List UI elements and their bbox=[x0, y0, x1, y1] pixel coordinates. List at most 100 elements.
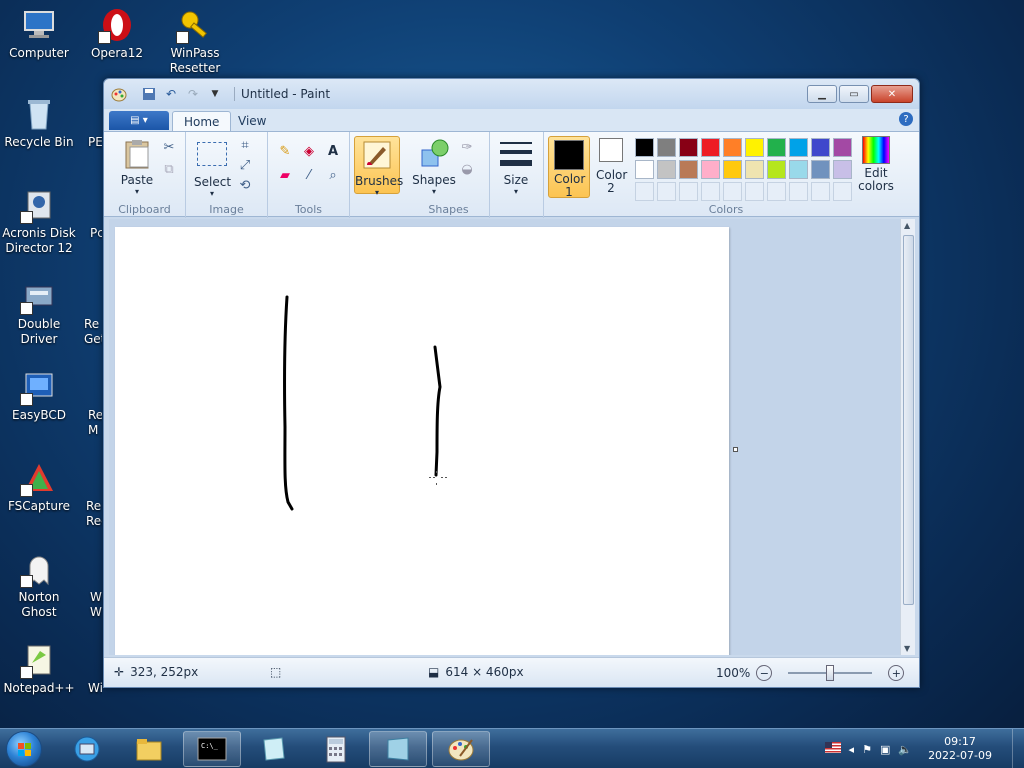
start-button[interactable] bbox=[6, 731, 42, 767]
save-icon[interactable] bbox=[140, 85, 158, 103]
minimize-button[interactable]: ▁ bbox=[807, 85, 837, 103]
rotate-icon[interactable]: ⟲ bbox=[236, 176, 254, 194]
palette-swatch[interactable] bbox=[811, 160, 830, 179]
palette-swatch[interactable] bbox=[767, 160, 786, 179]
eraser-icon[interactable]: ▰ bbox=[276, 166, 294, 184]
desktop-icon-computer[interactable]: Computer bbox=[0, 8, 78, 61]
desktop-icon-notepadpp[interactable]: Notepad++ bbox=[0, 643, 78, 696]
palette-custom-slot[interactable] bbox=[789, 182, 808, 201]
paint-app-icon[interactable] bbox=[110, 85, 128, 103]
desktop-icon-partial[interactable]: Re M bbox=[78, 370, 102, 438]
desktop-icon-double-driver[interactable]: Double Driver bbox=[0, 279, 78, 347]
palette-custom-slot[interactable] bbox=[679, 182, 698, 201]
zoom-slider[interactable] bbox=[788, 665, 873, 681]
palette-swatch[interactable] bbox=[723, 160, 742, 179]
network-icon[interactable]: ▣ bbox=[880, 743, 890, 756]
zoom-out-button[interactable]: − bbox=[756, 665, 773, 681]
desktop-icon-partial[interactable]: PE bbox=[78, 97, 102, 150]
text-icon[interactable]: A bbox=[324, 142, 342, 160]
language-flag-icon[interactable] bbox=[824, 742, 841, 756]
desktop-icon-partial[interactable]: W W bbox=[78, 552, 102, 620]
magnifier-icon[interactable]: ⌕ bbox=[324, 166, 342, 184]
paste-button[interactable]: Paste ▾ bbox=[114, 138, 160, 196]
palette-custom-slot[interactable] bbox=[833, 182, 852, 201]
canvas-resize-handle[interactable] bbox=[733, 447, 738, 452]
palette-swatch[interactable] bbox=[657, 160, 676, 179]
outline-icon[interactable]: ✑ bbox=[458, 138, 476, 156]
brushes-button[interactable]: Brushes ▾ bbox=[354, 136, 403, 197]
palette-swatch[interactable] bbox=[679, 138, 698, 157]
vertical-scrollbar[interactable]: ▲ ▼ bbox=[900, 219, 915, 655]
close-button[interactable]: ✕ bbox=[871, 85, 913, 103]
fill-icon[interactable]: ◈ bbox=[300, 142, 318, 160]
palette-custom-slot[interactable] bbox=[767, 182, 786, 201]
title-bar[interactable]: ↶ ↷ ▼ Untitled - Paint ▁ ▭ ✕ bbox=[104, 79, 919, 109]
drawing-canvas[interactable] bbox=[115, 227, 729, 655]
palette-swatch[interactable] bbox=[723, 138, 742, 157]
resize-icon[interactable]: ⤢ bbox=[236, 156, 254, 174]
shape-fill-icon[interactable]: ◒ bbox=[458, 160, 476, 178]
tab-view[interactable]: View bbox=[227, 111, 277, 131]
desktop-icon-easybcd[interactable]: EasyBCD bbox=[0, 370, 78, 423]
palette-custom-slot[interactable] bbox=[657, 182, 676, 201]
taskbar-app-button[interactable] bbox=[244, 731, 302, 767]
taskbar-paint-button[interactable] bbox=[432, 731, 490, 767]
palette-swatch[interactable] bbox=[635, 160, 654, 179]
desktop-icon-winpass[interactable]: WinPass Resetter bbox=[156, 8, 234, 76]
palette-swatch[interactable] bbox=[679, 160, 698, 179]
desktop-icon-partial[interactable]: Re Get bbox=[78, 279, 102, 347]
desktop-icon-fscapture[interactable]: FSCapture bbox=[0, 461, 78, 514]
show-hidden-icons-icon[interactable]: ◂ bbox=[849, 743, 855, 756]
palette-swatch[interactable] bbox=[811, 138, 830, 157]
desktop-icon-opera[interactable]: Opera12 bbox=[78, 8, 156, 61]
size-button[interactable]: Size ▾ bbox=[498, 138, 534, 196]
taskbar-app2-button[interactable] bbox=[369, 731, 427, 767]
palette-swatch[interactable] bbox=[701, 160, 720, 179]
undo-icon[interactable]: ↶ bbox=[162, 85, 180, 103]
desktop-icon-partial[interactable]: Re Rec bbox=[78, 461, 102, 529]
scroll-down-icon[interactable]: ▼ bbox=[904, 644, 910, 653]
palette-swatch[interactable] bbox=[745, 138, 764, 157]
canvas-area[interactable] bbox=[109, 219, 903, 655]
maximize-button[interactable]: ▭ bbox=[839, 85, 869, 103]
palette-swatch[interactable] bbox=[635, 138, 654, 157]
desktop-icon-partial[interactable]: Win... bbox=[78, 643, 102, 696]
palette-swatch[interactable] bbox=[833, 160, 852, 179]
palette-custom-slot[interactable] bbox=[811, 182, 830, 201]
tab-home[interactable]: Home bbox=[172, 111, 232, 131]
color1-button[interactable]: Color 1 bbox=[548, 136, 590, 199]
palette-custom-slot[interactable] bbox=[745, 182, 764, 201]
zoom-in-button[interactable]: + bbox=[888, 665, 905, 681]
palette-swatch[interactable] bbox=[701, 138, 720, 157]
taskbar-ie-button[interactable] bbox=[58, 731, 116, 767]
cut-icon[interactable]: ✂ bbox=[160, 138, 178, 156]
scrollbar-thumb[interactable] bbox=[903, 235, 914, 605]
desktop-icon-acronis[interactable]: Acronis Disk Director 12 bbox=[0, 188, 78, 256]
scroll-up-icon[interactable]: ▲ bbox=[904, 221, 910, 230]
palette-swatch[interactable] bbox=[789, 138, 808, 157]
taskbar-explorer-button[interactable] bbox=[120, 731, 178, 767]
color-picker-icon[interactable]: ⁄ bbox=[300, 166, 318, 184]
color2-button[interactable]: Color 2 bbox=[594, 138, 628, 195]
desktop-icon-recycle-bin[interactable]: Recycle Bin bbox=[0, 97, 78, 150]
clock[interactable]: 09:17 2022-07-09 bbox=[928, 735, 992, 763]
palette-swatch[interactable] bbox=[833, 138, 852, 157]
customize-quick-access-icon[interactable]: ▼ bbox=[206, 85, 224, 103]
palette-custom-slot[interactable] bbox=[701, 182, 720, 201]
help-icon[interactable]: ? bbox=[899, 112, 913, 126]
crop-icon[interactable]: ⌗ bbox=[236, 136, 254, 154]
redo-icon[interactable]: ↷ bbox=[184, 85, 202, 103]
shapes-button[interactable]: Shapes ▾ bbox=[412, 138, 456, 196]
pencil-icon[interactable]: ✎ bbox=[276, 142, 294, 160]
volume-icon[interactable]: 🔈 bbox=[898, 743, 912, 756]
paint-menu-button[interactable]: ▤ ▾ bbox=[109, 111, 169, 130]
palette-swatch[interactable] bbox=[745, 160, 764, 179]
palette-swatch[interactable] bbox=[767, 138, 786, 157]
action-center-icon[interactable]: ⚑ bbox=[862, 743, 872, 756]
taskbar-calculator-button[interactable] bbox=[306, 731, 364, 767]
desktop-icon-partial[interactable]: Pc bbox=[78, 188, 102, 241]
desktop-icon-norton-ghost[interactable]: Norton Ghost bbox=[0, 552, 78, 620]
select-button[interactable]: Select ▾ bbox=[194, 138, 231, 198]
palette-custom-slot[interactable] bbox=[723, 182, 742, 201]
taskbar-cmd-button[interactable]: C:\_ bbox=[183, 731, 241, 767]
